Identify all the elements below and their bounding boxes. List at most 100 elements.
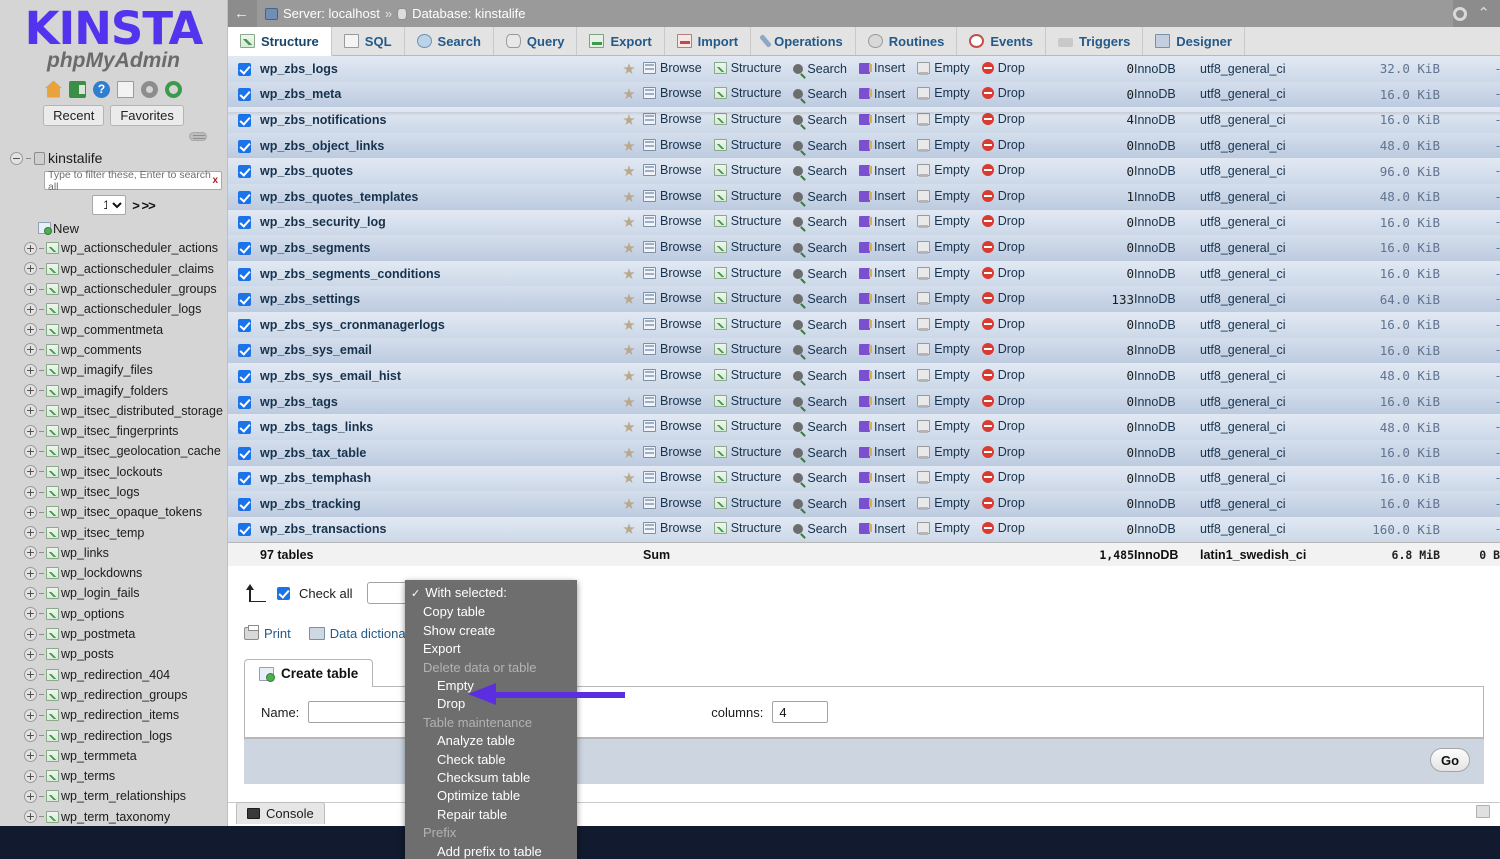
database-name[interactable]: kinstalife <box>48 150 102 166</box>
table-name-link[interactable]: wp_zbs_tracking <box>260 497 361 511</box>
expand-icon[interactable]: + <box>24 465 37 478</box>
action-insert[interactable]: Insert <box>859 445 905 459</box>
table-name-link[interactable]: wp_zbs_logs <box>260 62 338 76</box>
expand-icon[interactable]: + <box>24 607 37 620</box>
action-search[interactable]: Search <box>793 522 847 536</box>
expand-icon[interactable]: + <box>24 486 37 499</box>
sidebar-table-item[interactable]: +wp_termmeta <box>8 746 227 766</box>
row-checkbox[interactable] <box>238 396 251 409</box>
action-browse[interactable]: Browse <box>643 189 702 203</box>
action-drop[interactable]: Drop <box>982 163 1025 177</box>
action-structure[interactable]: Structure <box>714 317 782 331</box>
row-checkbox[interactable] <box>238 523 251 536</box>
expand-icon[interactable]: + <box>24 810 37 823</box>
action-browse[interactable]: Browse <box>643 496 702 510</box>
action-browse[interactable]: Browse <box>643 317 702 331</box>
action-browse[interactable]: Browse <box>643 86 702 100</box>
row-checkbox[interactable] <box>238 370 251 383</box>
action-browse[interactable]: Browse <box>643 214 702 228</box>
action-insert[interactable]: Insert <box>859 420 905 434</box>
action-browse[interactable]: Browse <box>643 138 702 152</box>
menu-item[interactable]: Repair table <box>405 806 577 824</box>
expand-icon[interactable]: + <box>24 445 37 458</box>
action-drop[interactable]: Drop <box>982 240 1025 254</box>
action-search[interactable]: Search <box>793 497 847 511</box>
action-browse[interactable]: Browse <box>643 521 702 535</box>
action-browse[interactable]: Browse <box>643 445 702 459</box>
action-insert[interactable]: Insert <box>859 87 905 101</box>
action-empty[interactable]: Empty <box>917 317 969 331</box>
action-browse[interactable]: Browse <box>643 470 702 484</box>
action-structure[interactable]: Structure <box>714 496 782 510</box>
back-arrow-icon[interactable]: ← <box>234 5 249 22</box>
favorite-star-icon[interactable]: ★ <box>622 266 635 283</box>
tab-designer[interactable]: Designer <box>1143 27 1245 55</box>
action-browse[interactable]: Browse <box>643 342 702 356</box>
favorite-star-icon[interactable]: ★ <box>622 394 635 411</box>
tab-sql[interactable]: SQL <box>332 27 405 55</box>
expand-icon[interactable]: + <box>24 262 37 275</box>
row-checkbox[interactable] <box>238 165 251 178</box>
expand-icon[interactable]: + <box>24 546 37 559</box>
menu-item[interactable]: Checksum table <box>405 769 577 787</box>
favorite-star-icon[interactable]: ★ <box>622 419 635 436</box>
table-name-link[interactable]: wp_zbs_notifications <box>260 113 386 127</box>
expand-icon[interactable]: + <box>24 404 37 417</box>
favorite-star-icon[interactable]: ★ <box>622 138 635 155</box>
action-browse[interactable]: Browse <box>643 163 702 177</box>
action-insert[interactable]: Insert <box>859 343 905 357</box>
action-insert[interactable]: Insert <box>859 138 905 152</box>
action-structure[interactable]: Structure <box>714 266 782 280</box>
row-checkbox[interactable] <box>238 293 251 306</box>
table-name-link[interactable]: wp_zbs_segments <box>260 241 370 255</box>
breadcrumb-database[interactable]: Database: kinstalife <box>412 6 525 21</box>
row-checkbox[interactable] <box>238 140 251 153</box>
table-name-link[interactable]: wp_zbs_sys_email <box>260 343 372 357</box>
expand-icon[interactable]: + <box>24 770 37 783</box>
console-options-icon[interactable] <box>1476 805 1490 818</box>
action-insert[interactable]: Insert <box>859 471 905 485</box>
favorite-star-icon[interactable]: ★ <box>622 317 635 334</box>
table-name-link[interactable]: wp_zbs_settings <box>260 292 360 306</box>
expand-icon[interactable]: + <box>24 648 37 661</box>
expand-icon[interactable]: + <box>24 709 37 722</box>
action-drop[interactable]: Drop <box>982 419 1025 433</box>
action-empty[interactable]: Empty <box>917 445 969 459</box>
expand-icon[interactable]: + <box>24 323 37 336</box>
favorite-star-icon[interactable]: ★ <box>622 342 635 359</box>
menu-item[interactable]: Export <box>405 640 577 658</box>
action-insert[interactable]: Insert <box>859 522 905 536</box>
action-empty[interactable]: Empty <box>917 496 969 510</box>
favorite-star-icon[interactable]: ★ <box>622 496 635 513</box>
table-name-link[interactable]: wp_zbs_sys_email_hist <box>260 369 401 383</box>
action-drop[interactable]: Drop <box>982 470 1025 484</box>
action-browse[interactable]: Browse <box>643 61 702 75</box>
expand-icon[interactable]: + <box>24 688 37 701</box>
database-node[interactable]: − kinstalife <box>8 148 227 168</box>
sidebar-table-item[interactable]: +wp_links <box>8 543 227 563</box>
sidebar-table-item[interactable]: +wp_actionscheduler_groups <box>8 279 227 299</box>
action-drop[interactable]: Drop <box>982 342 1025 356</box>
sidebar-table-item[interactable]: +wp_itsec_lockouts <box>8 462 227 482</box>
sidebar-table-item[interactable]: +wp_itsec_temp <box>8 522 227 542</box>
table-filter[interactable]: Type to filter these, Enter to search al… <box>44 171 227 190</box>
action-search[interactable]: Search <box>793 241 847 255</box>
action-empty[interactable]: Empty <box>917 163 969 177</box>
sidebar-table-item[interactable]: +wp_login_fails <box>8 583 227 603</box>
action-empty[interactable]: Empty <box>917 266 969 280</box>
sidebar-table-item[interactable]: +wp_itsec_logs <box>8 482 227 502</box>
expand-icon[interactable]: + <box>24 729 37 742</box>
action-drop[interactable]: Drop <box>982 214 1025 228</box>
row-checkbox[interactable] <box>238 319 251 332</box>
sidebar-table-item[interactable]: +wp_itsec_fingerprints <box>8 421 227 441</box>
action-structure[interactable]: Structure <box>714 61 782 75</box>
sidebar-table-item[interactable]: +wp_commentmeta <box>8 319 227 339</box>
tab-routines[interactable]: Routines <box>856 27 958 55</box>
row-checkbox[interactable] <box>238 191 251 204</box>
table-name-link[interactable]: wp_zbs_transactions <box>260 522 386 536</box>
action-drop[interactable]: Drop <box>982 394 1025 408</box>
sidebar-table-item[interactable]: +wp_redirection_groups <box>8 685 227 705</box>
action-insert[interactable]: Insert <box>859 112 905 126</box>
expand-icon[interactable]: + <box>24 364 37 377</box>
row-checkbox[interactable] <box>238 216 251 229</box>
